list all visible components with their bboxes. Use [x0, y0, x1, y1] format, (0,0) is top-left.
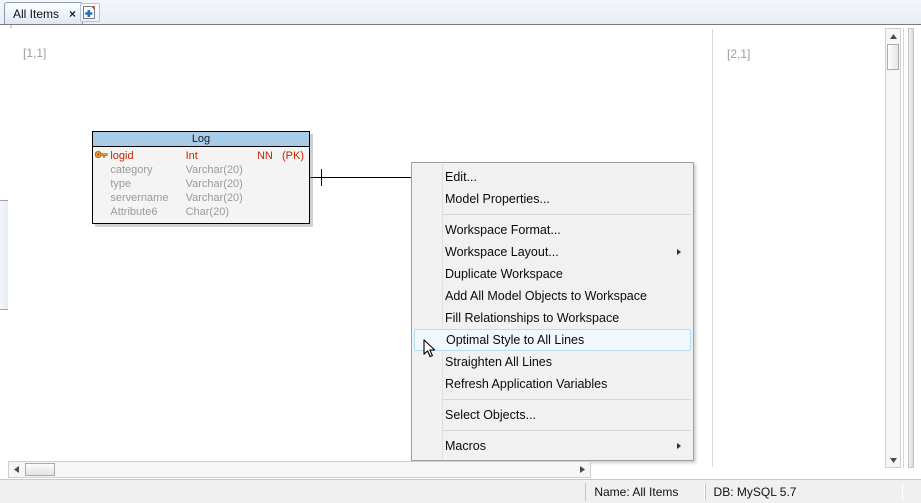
menu-item-model-properties[interactable]: Model Properties... — [412, 188, 693, 210]
menu-item-label: Duplicate Workspace — [445, 267, 563, 281]
tab-strip: All Items × — [0, 0, 921, 25]
entity-column-name: category — [110, 164, 153, 176]
new-document-plus-icon[interactable] — [80, 3, 100, 22]
menu-separator — [443, 214, 691, 215]
entity-column-name: type — [110, 178, 132, 190]
status-workspace-name: Name: All Items — [585, 482, 705, 501]
menu-item-label: Refresh Application Variables — [445, 377, 608, 391]
menu-item-label: Optimal Style to All Lines — [446, 333, 585, 347]
entity-column-keyflag: (PK) — [282, 150, 305, 162]
menu-item-label: Add All Model Objects to Workspace — [445, 289, 647, 303]
entity-column-nullability: NN — [256, 150, 273, 162]
workspace-area: [1,1] [2,1] Log logid Int NN (PK) catego… — [0, 25, 921, 503]
entity-column-type: Varchar(20) — [185, 164, 243, 176]
menu-item-label: Edit... — [445, 170, 477, 184]
entity-column-type: Varchar(20) — [185, 192, 243, 204]
right-rail-groove — [908, 28, 914, 468]
vertical-scrollbar-thumb[interactable] — [887, 44, 899, 70]
scroll-up-arrow-icon[interactable] — [886, 29, 900, 43]
entity-column-row[interactable]: logid Int NN (PK) — [93, 149, 309, 163]
relationship-cardinality-tick — [321, 169, 322, 186]
entity-table-log[interactable]: Log logid Int NN (PK) category Varchar(2… — [92, 131, 310, 224]
entity-column-name: logid — [110, 150, 134, 162]
menu-item-straighten-all-lines[interactable]: Straighten All Lines — [412, 351, 693, 373]
menu-item-select-objects[interactable]: Select Objects... — [412, 404, 693, 426]
entity-title: Log — [93, 132, 309, 147]
workspace-context-menu[interactable]: Edit... Model Properties... Workspace Fo… — [411, 162, 694, 461]
entity-column-list: logid Int NN (PK) category Varchar(20) t… — [93, 147, 309, 223]
scroll-down-arrow-icon[interactable] — [886, 453, 900, 467]
menu-item-label: Workspace Format... — [445, 223, 561, 237]
tab-all-items[interactable]: All Items × — [4, 2, 84, 24]
page-label-2-1: [2,1] — [727, 47, 751, 61]
menu-item-optimal-style-all-lines[interactable]: Optimal Style to All Lines — [414, 329, 691, 351]
submenu-arrow-icon — [677, 249, 681, 255]
menu-item-workspace-layout[interactable]: Workspace Layout... — [412, 241, 693, 263]
scroll-left-arrow-icon[interactable] — [9, 462, 24, 477]
relationship-line[interactable] — [310, 177, 412, 178]
menu-item-label: Macros — [445, 439, 486, 453]
diagram-canvas[interactable]: [1,1] [2,1] Log logid Int NN (PK) catego… — [8, 28, 884, 468]
submenu-arrow-icon — [677, 443, 681, 449]
status-database-info: DB: MySQL 5.7 — [704, 482, 904, 501]
menu-item-duplicate-workspace[interactable]: Duplicate Workspace — [412, 263, 693, 285]
menu-item-workspace-format[interactable]: Workspace Format... — [412, 219, 693, 241]
tab-all-items-label: All Items — [13, 6, 60, 21]
entity-column-type: Varchar(20) — [185, 178, 243, 190]
entity-column-row[interactable]: Attribute6 Char(20) — [93, 205, 309, 219]
entity-column-name: servername — [110, 192, 169, 204]
entity-column-type: Char(20) — [185, 206, 229, 218]
menu-item-label: Model Properties... — [445, 192, 550, 206]
tab-close-icon[interactable]: × — [69, 8, 76, 20]
page-label-1-1: [1,1] — [23, 46, 47, 60]
status-bar: Name: All Items DB: MySQL 5.7 — [0, 479, 921, 503]
menu-item-refresh-application-variables[interactable]: Refresh Application Variables — [412, 373, 693, 395]
primary-key-icon — [93, 150, 110, 162]
menu-separator — [443, 399, 691, 400]
entity-column-type: Int — [185, 150, 198, 162]
menu-separator — [443, 430, 691, 431]
menu-item-add-all-model-objects[interactable]: Add All Model Objects to Workspace — [412, 285, 693, 307]
entity-column-name: Attribute6 — [110, 206, 158, 218]
entity-column-row[interactable]: servername Varchar(20) — [93, 191, 309, 205]
menu-item-macros[interactable]: Macros — [412, 435, 693, 457]
entity-column-row[interactable]: type Varchar(20) — [93, 177, 309, 191]
menu-item-fill-relationships[interactable]: Fill Relationships to Workspace — [412, 307, 693, 329]
menu-item-label: Straighten All Lines — [445, 355, 553, 369]
entity-column-row[interactable]: category Varchar(20) — [93, 163, 309, 177]
menu-item-edit[interactable]: Edit... — [412, 166, 693, 188]
horizontal-scrollbar-thumb[interactable] — [25, 463, 55, 476]
resize-grip-icon[interactable] — [903, 485, 917, 499]
status-bar-spacer — [0, 480, 585, 503]
right-side-rail — [903, 28, 921, 468]
page-boundary-divider — [712, 29, 713, 467]
scroll-right-arrow-icon[interactable] — [575, 462, 590, 477]
canvas-horizontal-scrollbar[interactable] — [8, 461, 591, 478]
canvas-vertical-scrollbar[interactable] — [885, 28, 901, 468]
menu-item-label: Workspace Layout... — [445, 245, 559, 259]
menu-item-label: Fill Relationships to Workspace — [445, 311, 620, 325]
menu-item-label: Select Objects... — [445, 408, 537, 422]
